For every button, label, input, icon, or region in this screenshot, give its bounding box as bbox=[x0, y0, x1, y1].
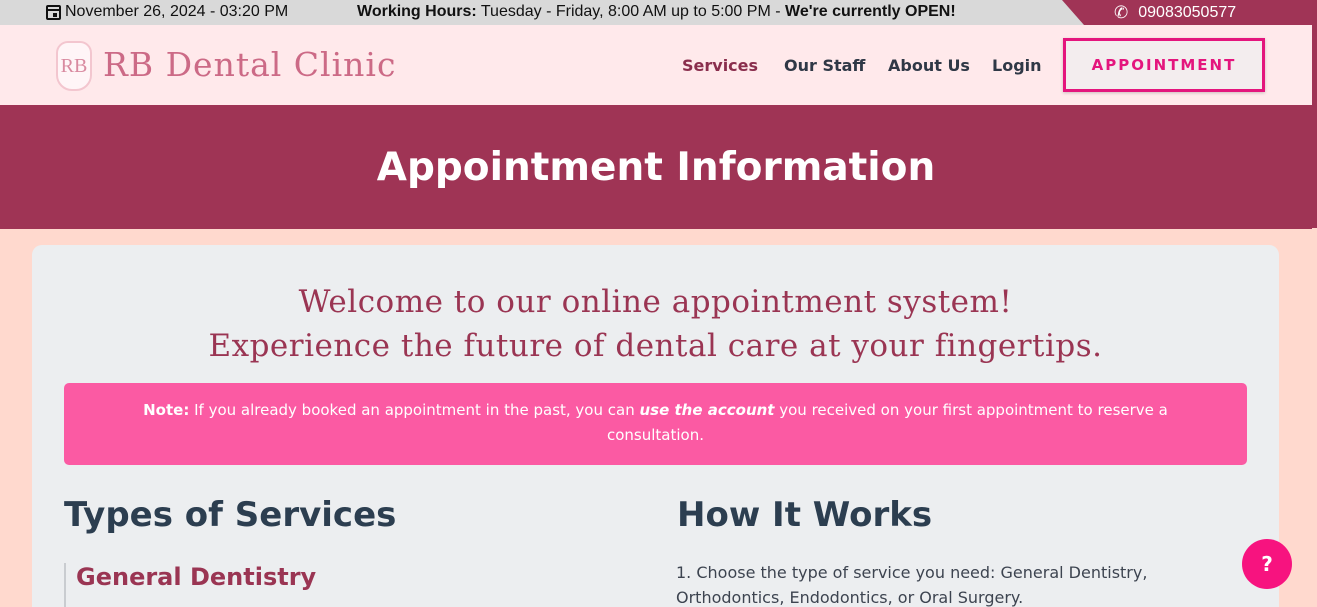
welcome-line-2: Experience the future of dental care at … bbox=[208, 328, 1103, 364]
note-label: Note: bbox=[143, 401, 190, 419]
date-text: November 26, 2024 - 03:20 PM bbox=[65, 3, 289, 20]
nav-services[interactable]: Services bbox=[682, 56, 758, 75]
hours-label: Working Hours: bbox=[357, 3, 477, 20]
how-it-works-heading: How It Works bbox=[677, 495, 933, 535]
help-button[interactable]: ? bbox=[1242, 539, 1292, 589]
welcome-message: Welcome to our online appointment system… bbox=[32, 280, 1279, 368]
nav-our-staff[interactable]: Our Staff bbox=[784, 56, 865, 75]
page-banner: Appointment Information bbox=[0, 105, 1312, 229]
phone-contact[interactable]: ✆ 09083050577 bbox=[1062, 0, 1317, 25]
clinic-logo-icon[interactable]: RB bbox=[56, 41, 92, 91]
service-item-general-dentistry[interactable]: General Dentistry bbox=[64, 563, 316, 607]
note-text-1: If you already booked an appointment in … bbox=[189, 401, 640, 419]
phone-number: 09083050577 bbox=[1138, 3, 1237, 21]
phone-icon: ✆ bbox=[1114, 2, 1129, 22]
nav-about-us[interactable]: About Us bbox=[888, 56, 970, 75]
nav-login[interactable]: Login bbox=[992, 56, 1042, 75]
working-hours: Working Hours: Tuesday - Friday, 8:00 AM… bbox=[357, 3, 956, 21]
content-card: Welcome to our online appointment system… bbox=[32, 245, 1279, 607]
open-status: We're currently OPEN! bbox=[785, 3, 956, 20]
brand-name[interactable]: RB Dental Clinic bbox=[103, 45, 396, 84]
site-header: RB RB Dental Clinic Services Our Staff A… bbox=[0, 25, 1312, 105]
logo-letters: RB bbox=[60, 54, 88, 77]
services-heading: Types of Services bbox=[64, 495, 397, 535]
calendar-icon bbox=[46, 4, 61, 20]
hours-text: Tuesday - Friday, 8:00 AM up to 5:00 PM … bbox=[476, 3, 785, 20]
scrollbar[interactable] bbox=[1312, 0, 1317, 228]
top-info-bar: November 26, 2024 - 03:20 PM Working Hou… bbox=[0, 0, 1317, 25]
how-it-works-step-1: 1. Choose the type of service you need: … bbox=[676, 563, 1148, 607]
current-date: November 26, 2024 - 03:20 PM bbox=[46, 3, 288, 21]
page-title: Appointment Information bbox=[376, 144, 936, 190]
welcome-line-1: Welcome to our online appointment system… bbox=[298, 284, 1013, 320]
service-label: General Dentistry bbox=[76, 563, 317, 591]
note-emphasis: use the account bbox=[639, 401, 775, 419]
appointment-button[interactable]: APPOINTMENT bbox=[1063, 38, 1265, 92]
note-box: Note: If you already booked an appointme… bbox=[64, 383, 1247, 465]
